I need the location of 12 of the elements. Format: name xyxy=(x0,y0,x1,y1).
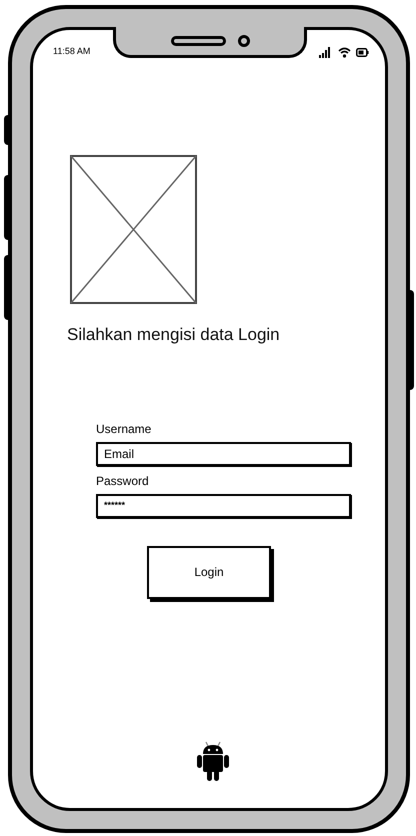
wifi-icon xyxy=(338,46,351,58)
speaker-icon xyxy=(170,36,226,46)
heading: Silahkan mengisi data Login xyxy=(66,324,281,346)
field-label: Password xyxy=(96,472,150,490)
android-icon xyxy=(196,740,230,782)
battery-icon xyxy=(356,48,369,56)
email-field[interactable]: Email xyxy=(96,442,351,466)
status-time: 11:58 AM xyxy=(53,45,90,58)
password-field[interactable]: ****** xyxy=(96,494,351,518)
camera-icon xyxy=(238,35,250,47)
signal-icon xyxy=(319,46,333,58)
field-label: Username xyxy=(96,420,152,438)
